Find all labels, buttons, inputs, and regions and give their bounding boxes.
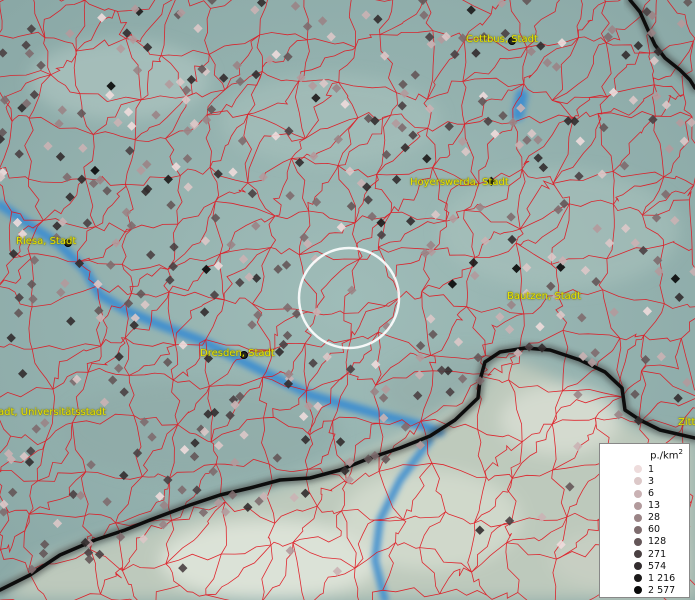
- legend-entry: 6: [606, 488, 683, 500]
- legend-entry: 2 577: [606, 584, 683, 596]
- city-label-dresden: Dresden, Stadt: [200, 348, 275, 359]
- legend-label: 3: [648, 475, 655, 487]
- legend-label: 2 577: [648, 584, 676, 596]
- legend-swatch: [634, 465, 642, 474]
- legend-label: 6: [648, 488, 655, 500]
- legend-entry: 60: [606, 524, 683, 536]
- city-label-cottbus: Cottbus, Stadt: [466, 34, 538, 45]
- legend-swatch: [634, 501, 642, 510]
- density-legend: p./km2 1 3 6 13 28 60 128 271 574 1 216 2 577: [599, 443, 690, 598]
- legend-label: 1: [648, 463, 655, 475]
- legend-entry: 574: [606, 560, 683, 572]
- legend-label: 60: [648, 524, 661, 536]
- legend-label: 128: [648, 536, 667, 548]
- legend-swatch: [634, 537, 642, 546]
- legend-label: 574: [648, 560, 667, 572]
- legend-entry: 3: [606, 475, 683, 487]
- legend-entries: 1 3 6 13 28 60 128 271 574 1 216 2 577: [606, 463, 683, 596]
- legend-swatch: [634, 586, 642, 595]
- legend-swatch: [634, 550, 642, 559]
- legend-label: 1 216: [648, 572, 676, 584]
- legend-swatch: [634, 562, 642, 571]
- legend-swatch: [634, 574, 642, 583]
- legend-entry: 128: [606, 536, 683, 548]
- legend-swatch: [634, 477, 642, 486]
- legend-swatch: [634, 513, 642, 522]
- legend-entry: 271: [606, 548, 683, 560]
- legend-label: 13: [648, 500, 661, 512]
- legend-entry: 1 216: [606, 572, 683, 584]
- city-label-riesa: Riesa, Stadt: [16, 236, 77, 247]
- city-label-bautzen: Bautzen, Stadt: [507, 291, 582, 302]
- legend-label: 28: [648, 512, 661, 524]
- city-label-universitaetsstadt: adt, Universitätsstadt: [0, 407, 107, 418]
- legend-entry: 1: [606, 463, 683, 475]
- city-label-zittau: Zitta: [678, 417, 695, 428]
- legend-label: 271: [648, 548, 667, 560]
- legend-swatch: [634, 489, 642, 498]
- legend-title: p./km2: [650, 448, 683, 462]
- city-label-hoyerswerda: Hoyerswerda, Stadt: [410, 177, 509, 188]
- legend-swatch: [634, 525, 642, 534]
- population-density-map[interactable]: [0, 0, 695, 600]
- legend-entry: 28: [606, 512, 683, 524]
- legend-entry: 13: [606, 500, 683, 512]
